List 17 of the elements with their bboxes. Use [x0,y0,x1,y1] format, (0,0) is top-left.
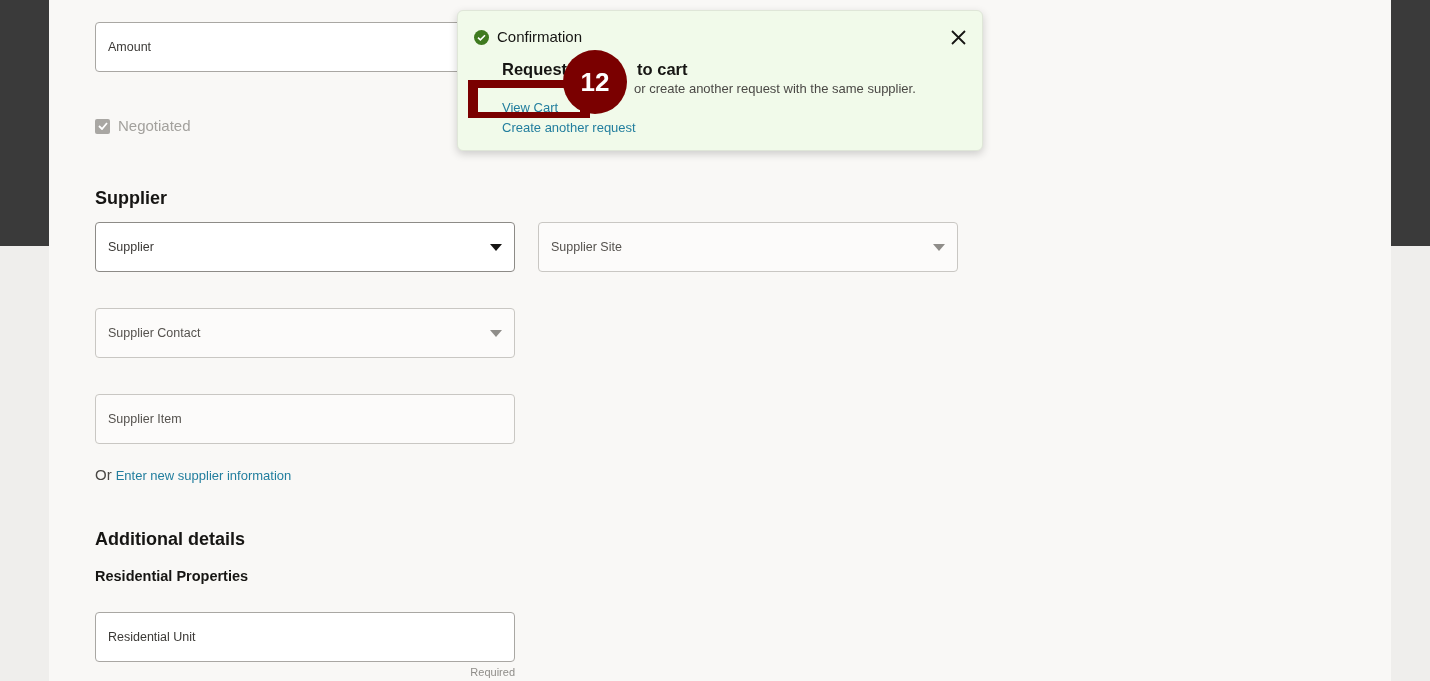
success-check-icon [474,29,489,45]
subsection-heading: Residential Properties [95,567,250,587]
note-text: Or [95,465,112,486]
dropdown-field[interactable]: Supplier [95,222,515,273]
supplier-info-link[interactable]: Enter new supplier information [115,466,292,486]
required-hint: Required [470,665,515,678]
input-field[interactable]: Residential Unit [95,611,515,662]
checkbox-label: Negotiated [118,116,191,136]
toast-message: or create another request with the same supplier. [634,80,917,98]
toast-link[interactable]: View Cart [502,98,559,118]
dropdown-caret-icon [490,329,502,337]
dropdown-caret-icon [490,243,502,251]
dropdown-caret-icon [933,243,945,251]
toast-link[interactable]: Create another request [502,118,636,138]
toast-heading: to cart [637,59,688,80]
section-heading: Additional details [95,528,246,551]
section-heading: Supplier [95,187,168,210]
